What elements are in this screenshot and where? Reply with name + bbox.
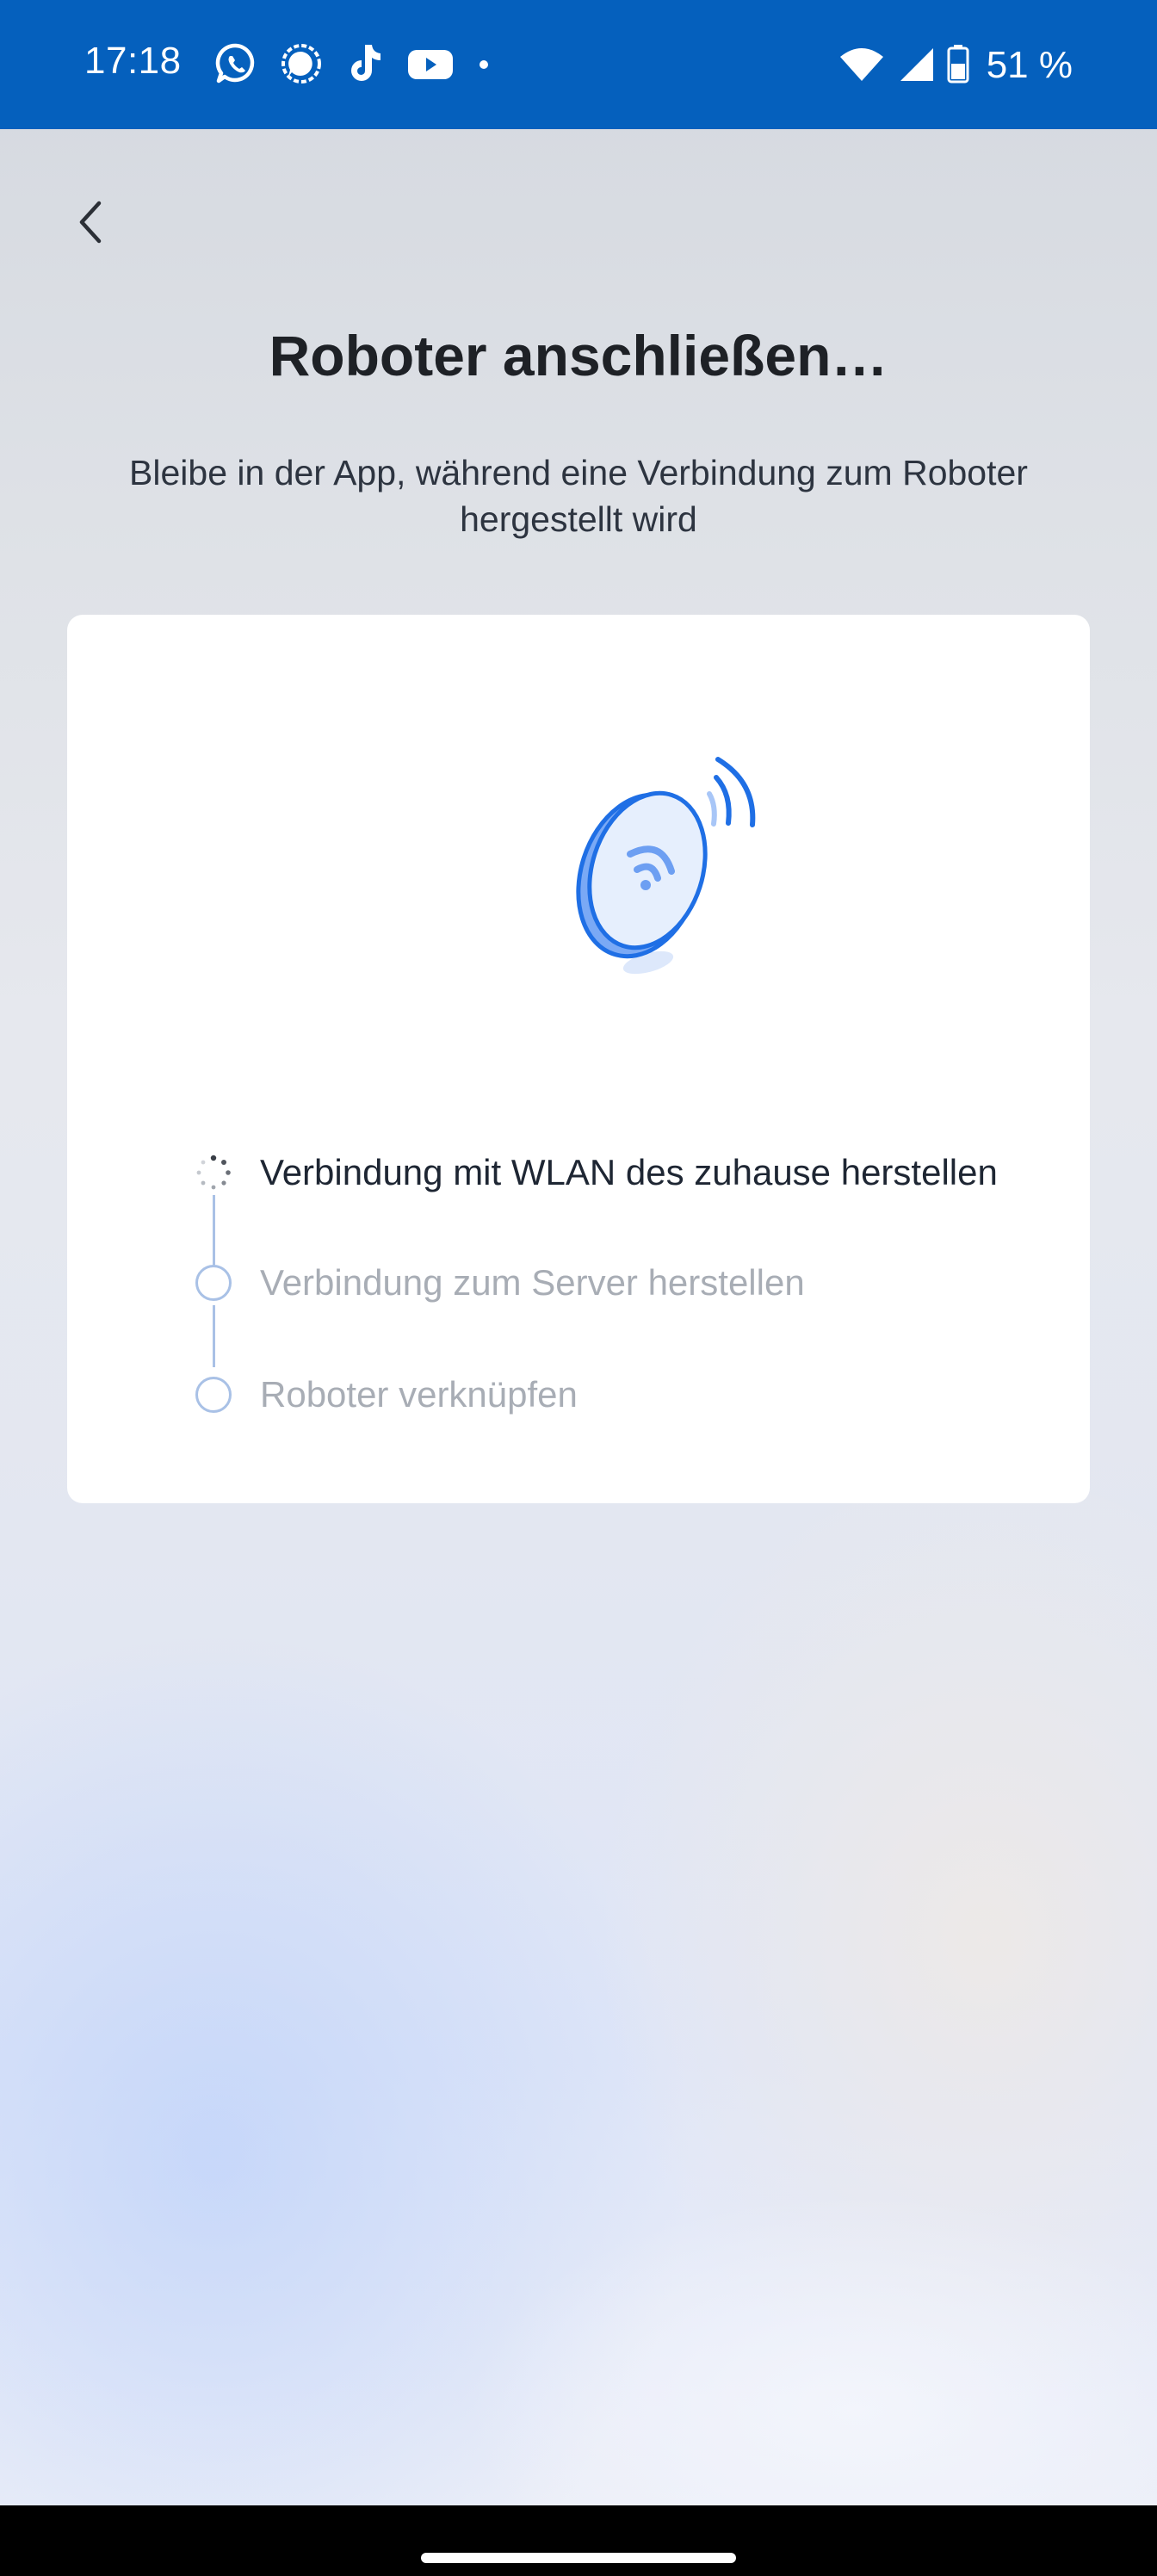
signal-icon <box>279 41 324 90</box>
page-title: Roboter anschließen… <box>269 324 888 387</box>
status-bar: 17:18 51 % <box>0 0 1157 129</box>
wifi-icon <box>838 45 885 87</box>
connection-card: Verbindung mit WLAN des zuhause herstell… <box>67 615 1090 1503</box>
youtube-icon <box>406 41 455 90</box>
empty-circle-icon <box>195 1376 232 1414</box>
more-dot-icon <box>475 41 492 90</box>
status-time: 17:18 <box>84 40 182 82</box>
page-subtitle: Bleibe in der App, während eine Verbindu… <box>129 453 1028 539</box>
whatsapp-icon <box>213 41 258 90</box>
tiktok-icon <box>344 41 386 90</box>
step-connector <box>213 1305 215 1367</box>
battery-percentage: 51 % <box>986 44 1073 86</box>
system-status: 51 % <box>838 40 1073 91</box>
step-link-robot: Roboter verknüpfen <box>195 1367 1038 1422</box>
robot-wifi-signal-icon <box>480 701 790 1011</box>
empty-circle-icon <box>195 1264 232 1302</box>
navigation-bar <box>0 2505 1157 2576</box>
step-wifi: Verbindung mit WLAN des zuhause herstell… <box>195 1145 1038 1283</box>
cell-signal-icon <box>897 45 935 87</box>
step-label: Verbindung zum Server herstellen <box>260 1262 805 1303</box>
back-button[interactable] <box>60 189 121 258</box>
step-label: Roboter verknüpfen <box>260 1374 578 1415</box>
loading-spinner-icon <box>195 1154 232 1192</box>
battery-icon <box>947 44 969 88</box>
step-server: Verbindung zum Server herstellen <box>195 1255 1038 1367</box>
notification-icons <box>213 40 492 91</box>
home-indicator[interactable] <box>421 2553 736 2563</box>
step-label: Verbindung mit WLAN des zuhause herstell… <box>260 1152 998 1192</box>
screen: 17:18 51 % Roboter anschließen… Bleibe i… <box>0 0 1157 2576</box>
progress-steps: Verbindung mit WLAN des zuhause herstell… <box>195 1145 1038 1422</box>
chevron-left-icon <box>73 196 108 252</box>
